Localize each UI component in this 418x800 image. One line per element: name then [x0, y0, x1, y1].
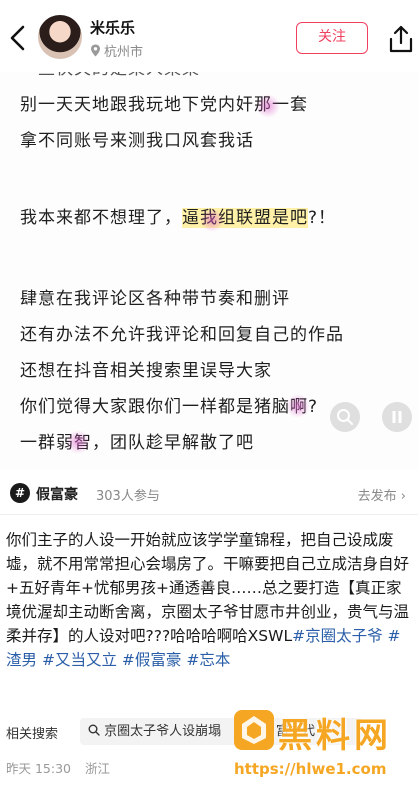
share-button[interactable] — [388, 24, 414, 54]
image-text-line: 我本来都不想理了，逼我组联盟是吧?！ — [20, 208, 337, 228]
post-header: 米乐乐 杭州市 关注 — [0, 0, 418, 72]
topic-bar[interactable]: # 假富豪 303人参与 去发布 › — [0, 478, 418, 510]
hashtag-link[interactable]: #又当又立 — [42, 651, 117, 669]
location-pin-icon — [91, 44, 100, 57]
post-time: 昨天 15:30 — [6, 761, 71, 776]
watermark: 黑料网 https://hlwe1.com — [234, 708, 410, 792]
image-text-line: 还想在抖音相关搜索里误导大家 — [20, 361, 272, 381]
pause-button[interactable] — [382, 402, 412, 432]
hashtag-link[interactable]: #京圈太子爷 — [292, 627, 383, 645]
watermark-text: 黑料网 — [278, 716, 392, 756]
image-text-line: 一群弱智，团队趁早解散了吧 — [20, 433, 254, 453]
related-search-query: 京圈太子爷人设崩塌 — [104, 724, 222, 739]
watermark-logo-icon — [234, 710, 274, 750]
post-caption: 你们主子的人设一开始就应该学学童锦程，把自己设成废墟，就不用常常担心会塌房了。干… — [6, 528, 414, 672]
author-name[interactable]: 米乐乐 — [90, 17, 135, 38]
censor-mark — [256, 94, 280, 118]
image-text-line: 肆意在我评论区各种带节奏和删评 — [20, 289, 290, 309]
chevron-left-icon — [10, 25, 25, 51]
share-icon — [389, 25, 413, 53]
censor-mark — [66, 430, 90, 454]
back-button[interactable] — [6, 22, 30, 54]
post-meta: 昨天 15:30 浙江 — [6, 758, 120, 777]
follow-button[interactable]: 关注 — [296, 22, 368, 54]
image-text-line: 拿不同账号来测我口风套我话 — [20, 131, 254, 151]
watermark-url: https://hlwe1.com — [234, 760, 387, 778]
topic-name[interactable]: 假富豪 — [36, 484, 78, 504]
hashtag-icon: # — [10, 483, 30, 503]
censor-mark — [286, 394, 310, 418]
pause-icon — [392, 411, 402, 423]
zoom-button[interactable] — [330, 402, 360, 432]
image-text-line: 你们觉得大家跟你们一样都是猪脑啊? — [20, 397, 319, 417]
related-search-chip[interactable]: 京圈太子爷人设崩塌 — [80, 718, 260, 745]
topic-participants: 303人参与 — [96, 489, 160, 504]
related-search-label: 相关搜索 — [6, 727, 59, 742]
censor-mark — [200, 208, 224, 232]
magnifier-icon — [337, 409, 353, 425]
location-label: 杭州市 — [104, 45, 144, 60]
divider — [0, 514, 418, 515]
author-avatar[interactable] — [38, 15, 82, 59]
post-location: 浙江 — [84, 761, 110, 776]
post-image[interactable]: 一些快关的是某人某某 别一天天地跟我玩地下党内奸那一套 拿不同账号来测我口风套我… — [0, 60, 418, 470]
hashtag-link[interactable]: #假富豪 — [122, 651, 182, 669]
image-text-line: 还有办法不允许我评论和回复自己的作品 — [20, 325, 344, 345]
author-location: 杭州市 — [90, 41, 143, 60]
search-icon — [88, 724, 100, 736]
topic-post-link[interactable]: 去发布 › — [358, 485, 406, 504]
hashtag-link[interactable]: #忘本 — [186, 651, 230, 669]
